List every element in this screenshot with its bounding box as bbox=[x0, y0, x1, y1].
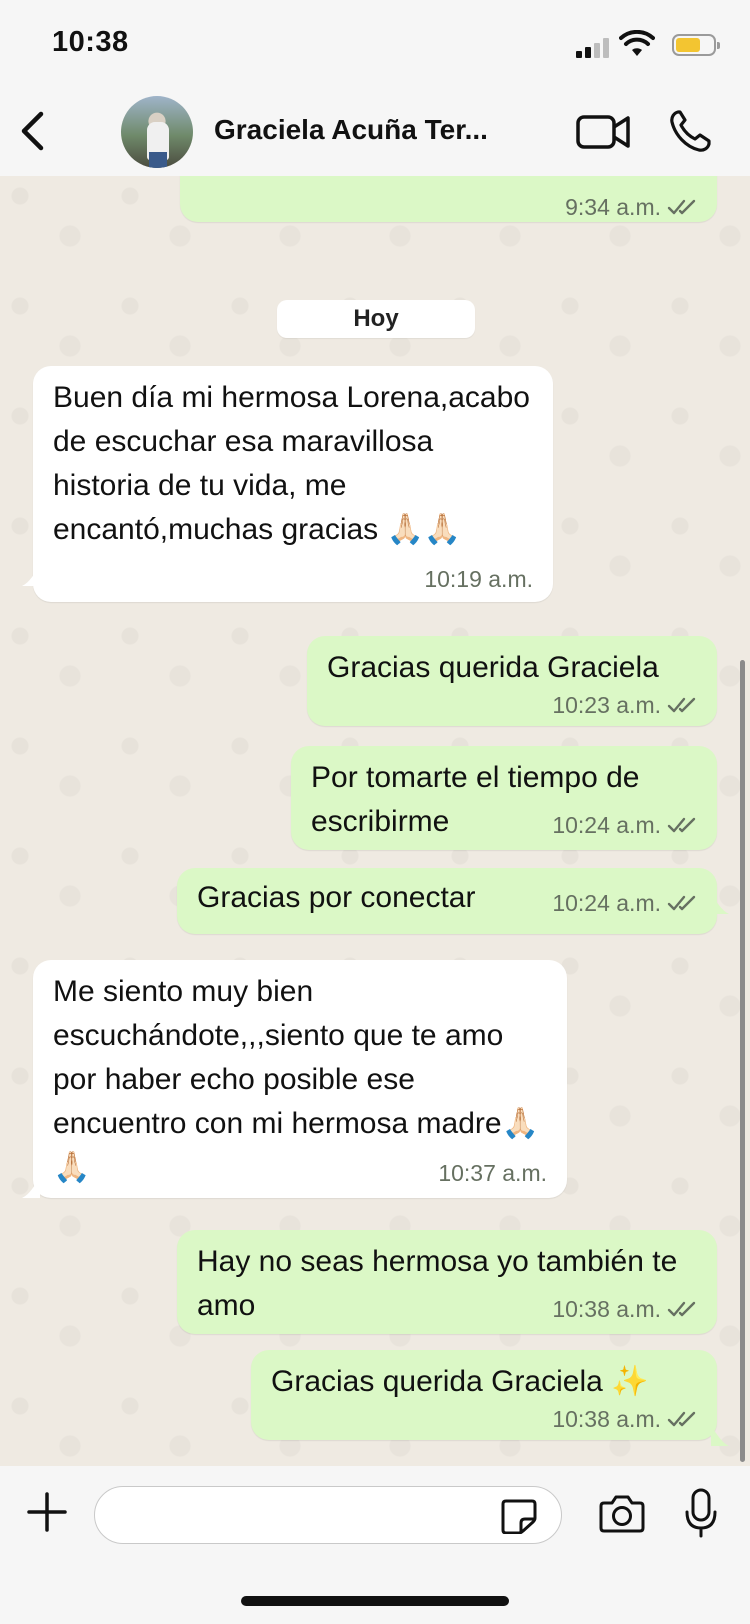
read-ticks-icon bbox=[667, 697, 696, 713]
video-call-icon[interactable] bbox=[575, 112, 631, 152]
read-ticks-icon bbox=[667, 199, 696, 215]
message-bubble-incoming[interactable]: Buen día mi hermosa Lorena,acabo de escu… bbox=[33, 366, 553, 602]
back-chevron-icon[interactable] bbox=[14, 108, 54, 154]
message-time: 10:24 a.m. bbox=[552, 890, 661, 916]
message-text: Gracias por conectar bbox=[197, 881, 476, 914]
message-text: Gracias querida Graciela ✨ bbox=[271, 1365, 649, 1398]
bubble-tail bbox=[711, 1426, 729, 1446]
home-indicator[interactable] bbox=[241, 1596, 509, 1606]
plus-icon[interactable] bbox=[26, 1491, 68, 1533]
camera-icon[interactable] bbox=[598, 1494, 646, 1534]
message-bubble-outgoing[interactable]: Por tomarte el tiempo de escribirme 10:2… bbox=[291, 746, 717, 850]
read-ticks-icon bbox=[667, 817, 696, 833]
message-meta: 10:19 a.m. bbox=[424, 564, 533, 594]
message-meta: 10:24 a.m. bbox=[552, 888, 697, 918]
microphone-icon[interactable] bbox=[684, 1488, 718, 1538]
phone-icon[interactable] bbox=[668, 108, 712, 154]
message-time: 10:23 a.m. bbox=[552, 692, 661, 718]
message-time: 10:37 a.m. bbox=[438, 1160, 547, 1186]
status-bar: 10:38 bbox=[0, 0, 750, 90]
read-ticks-icon bbox=[667, 1301, 696, 1317]
chat-area[interactable]: 9:34 a.m. Hoy Buen día mi hermosa Lorena… bbox=[0, 176, 750, 1466]
message-composer bbox=[0, 1466, 750, 1624]
message-text: Me siento muy bien escuchándote,,,siento… bbox=[53, 975, 539, 1184]
message-bubble-previous[interactable]: 9:34 a.m. bbox=[180, 176, 717, 222]
cellular-signal-icon bbox=[576, 38, 610, 58]
message-text: Buen día mi hermosa Lorena,acabo de escu… bbox=[53, 381, 530, 546]
message-meta: 10:23 a.m. bbox=[341, 690, 697, 720]
status-time: 10:38 bbox=[52, 26, 129, 58]
message-time: 10:38 a.m. bbox=[552, 1296, 661, 1322]
battery-icon bbox=[672, 34, 720, 56]
read-ticks-icon bbox=[667, 895, 696, 911]
message-meta: 10:37 a.m. bbox=[438, 1158, 547, 1188]
contact-avatar[interactable] bbox=[121, 96, 193, 168]
message-input[interactable] bbox=[94, 1486, 562, 1544]
bubble-tail bbox=[22, 1178, 40, 1198]
message-bubble-outgoing[interactable]: Hay no seas hermosa yo también te amo 10… bbox=[177, 1230, 717, 1334]
message-bubble-outgoing[interactable]: Gracias querida Graciela ✨ 10:38 a.m. bbox=[251, 1350, 717, 1440]
bubble-tail bbox=[711, 894, 729, 914]
message-text: Gracias querida Graciela bbox=[327, 651, 659, 684]
chat-header: Graciela Acuña Ter... bbox=[0, 90, 750, 176]
message-bubble-outgoing[interactable]: Gracias por conectar 10:24 a.m. bbox=[177, 868, 717, 934]
bubble-tail bbox=[22, 566, 40, 586]
date-separator: Hoy bbox=[277, 300, 475, 338]
contact-name[interactable]: Graciela Acuña Ter... bbox=[214, 114, 488, 146]
message-bubble-outgoing[interactable]: Gracias querida Graciela 10:23 a.m. bbox=[307, 636, 717, 726]
message-meta: 10:38 a.m. bbox=[552, 1294, 697, 1324]
message-meta: 9:34 a.m. bbox=[214, 192, 697, 222]
message-bubble-incoming[interactable]: Me siento muy bien escuchándote,,,siento… bbox=[33, 960, 567, 1198]
message-time: 10:38 a.m. bbox=[552, 1406, 661, 1432]
sticker-icon[interactable] bbox=[500, 1498, 538, 1534]
message-meta: 10:38 a.m. bbox=[285, 1404, 697, 1434]
message-time: 10:24 a.m. bbox=[552, 812, 661, 838]
message-meta: 10:24 a.m. bbox=[552, 810, 697, 840]
read-ticks-icon bbox=[667, 1411, 696, 1427]
message-time: 9:34 a.m. bbox=[565, 194, 661, 220]
message-time: 10:19 a.m. bbox=[424, 566, 533, 592]
wifi-icon bbox=[619, 30, 655, 56]
scrollbar[interactable] bbox=[740, 660, 745, 1462]
